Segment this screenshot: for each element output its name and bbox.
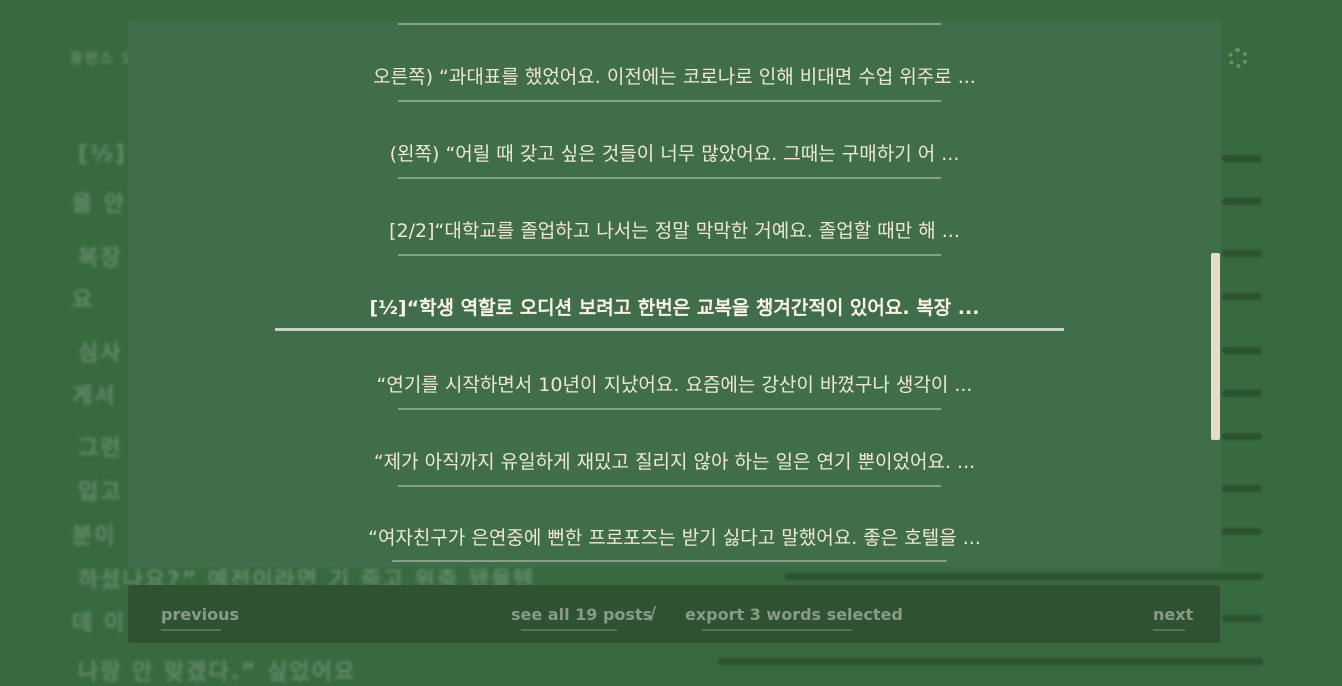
post-divider <box>398 177 941 179</box>
bg-line: 을 안 <box>72 192 127 217</box>
bg-line: 복장 <box>78 246 123 271</box>
post-item[interactable]: “연기를 시작하면서 10년이 지났어요. 요즘에는 강산이 바꼈구나 생각이 … <box>128 365 1221 405</box>
see-all-underline <box>521 629 617 631</box>
bg-sidebar-line <box>1222 390 1262 397</box>
bg-nav-text: 휴먼스 오 <box>70 51 137 67</box>
bg-sidebar-line <box>718 658 1263 665</box>
post-item[interactable]: “제가 아직까지 유일하게 재밌고 질리지 않아 하는 일은 연기 뿐이었어요.… <box>128 442 1221 482</box>
bg-line: 그런 <box>78 436 123 461</box>
footer-bar: previous see all 19 posts / export 3 wor… <box>128 585 1220 643</box>
scrollbar-track[interactable] <box>1211 21 1221 567</box>
post-list: 오른쪽) “과대표를 했었어요. 이전에는 코로나로 인해 비대면 수업 위주로… <box>128 21 1221 567</box>
post-item-title: “여자친구가 은연중에 뻔한 프로포즈는 받기 싫다고 말했어요. 좋은 호텔을… <box>368 527 981 549</box>
post-divider <box>398 408 941 410</box>
bg-sidebar-line <box>1222 347 1262 354</box>
post-item[interactable]: (왼쪽) “어릴 때 갖고 싶은 것들이 너무 많았어요. 그때는 구매하기 어… <box>128 134 1221 174</box>
previous-button[interactable]: previous <box>161 605 239 624</box>
post-item-title: (왼쪽) “어릴 때 갖고 싶은 것들이 너무 많았어요. 그때는 구매하기 어… <box>389 143 960 165</box>
bg-line: 데 이 <box>72 611 127 636</box>
posts-modal: 오른쪽) “과대표를 했었어요. 이전에는 코로나로 인해 비대면 수업 위주로… <box>128 21 1221 567</box>
separator-slash: / <box>650 603 657 624</box>
bg-line: 요 <box>72 288 95 313</box>
post-item-title: [½]“학생 역할로 오디션 보려고 한번은 교복을 챙겨간적이 있어요. 복장… <box>369 297 980 319</box>
bg-sidebar-line <box>1222 615 1262 622</box>
bg-line: 입고 <box>78 480 123 505</box>
post-item-title: [2/2]“대학교를 졸업하고 나서는 정말 막막한 거예요. 졸업할 때만 해… <box>389 220 960 242</box>
next-button[interactable]: next <box>1153 605 1193 624</box>
bg-sidebar-line <box>1222 485 1262 492</box>
post-item[interactable]: 오른쪽) “과대표를 했었어요. 이전에는 코로나로 인해 비대면 수업 위주로… <box>128 57 1221 97</box>
post-divider <box>398 254 941 256</box>
see-all-posts-link[interactable]: see all 19 posts <box>511 605 652 624</box>
bg-line: 나랑 안 맞겠다.” 싶었어요 <box>78 660 357 685</box>
bg-line: 분이 <box>72 524 117 549</box>
bg-line: 심사 <box>78 341 123 366</box>
bg-sidebar-line <box>1222 433 1262 440</box>
bg-sidebar-line <box>1222 198 1262 205</box>
post-item-title: 오른쪽) “과대표를 했었어요. 이전에는 코로나로 인해 비대면 수업 위주로… <box>373 66 976 88</box>
bg-sidebar-line <box>1222 528 1262 535</box>
post-divider <box>398 100 941 102</box>
bg-sidebar-line <box>785 573 1263 580</box>
post-item-selected[interactable]: [½]“학생 역할로 오디션 보려고 한번은 교복을 챙겨간적이 있어요. 복장… <box>128 288 1221 328</box>
bg-sidebar-line <box>1222 155 1262 162</box>
post-divider <box>398 485 941 487</box>
post-item[interactable]: [2/2]“대학교를 졸업하고 나서는 정말 막막한 거예요. 졸업할 때만 해… <box>128 211 1221 251</box>
scrollbar-thumb[interactable] <box>1211 253 1220 440</box>
list-divider <box>398 23 941 25</box>
next-underline <box>1153 629 1185 631</box>
post-divider-selected <box>275 328 1064 331</box>
bg-line: 게서 <box>72 384 117 409</box>
post-item-title: “제가 아직까지 유일하게 재밌고 질리지 않아 하는 일은 연기 뿐이었어요.… <box>373 451 976 473</box>
previous-underline <box>161 629 221 631</box>
post-item[interactable]: “여자친구가 은연중에 뻔한 프로포즈는 받기 싫다고 말했어요. 좋은 호텔을… <box>128 518 1221 558</box>
export-words-button[interactable]: export 3 words selected <box>685 605 903 624</box>
post-item-title: “연기를 시작하면서 10년이 지났어요. 요즘에는 강산이 바꼈구나 생각이 … <box>376 374 973 396</box>
settings-gear-icon <box>1228 48 1248 68</box>
export-underline <box>702 629 852 631</box>
bg-sidebar-line <box>1222 293 1262 300</box>
bg-sidebar-line <box>1222 250 1262 257</box>
post-divider <box>392 560 947 562</box>
